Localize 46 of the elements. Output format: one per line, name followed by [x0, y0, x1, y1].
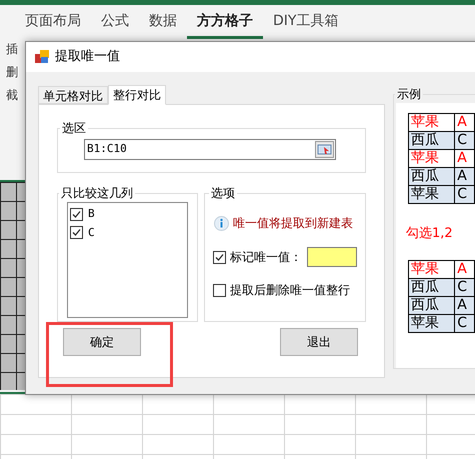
- table-cell: A: [455, 168, 475, 186]
- option-label: 标记唯一值：: [230, 249, 302, 266]
- table-cell: 西瓜: [409, 278, 456, 296]
- app-icon: [35, 50, 49, 64]
- group-label: 只比较这几列: [60, 185, 134, 202]
- range-field[interactable]: B1:C10: [84, 139, 336, 160]
- ribbon-tab[interactable]: DIY工具箱: [263, 5, 348, 39]
- dialog-tab[interactable]: 单元格对比: [38, 86, 108, 104]
- group-label: 选项: [210, 185, 236, 202]
- table-cell: 苹果: [409, 150, 456, 168]
- table-cell: A: [455, 260, 475, 278]
- checkbox[interactable]: [70, 226, 83, 240]
- exit-button[interactable]: 退出: [280, 328, 358, 356]
- example-note: 勾选1,2: [406, 225, 454, 243]
- table-cell: 苹果: [409, 260, 456, 278]
- table-cell: A: [455, 150, 475, 168]
- table-cell: A: [455, 114, 475, 132]
- checkbox[interactable]: [213, 284, 226, 296]
- table-cell: C: [455, 132, 475, 150]
- checkbox[interactable]: [213, 250, 226, 264]
- table-cell: 苹果: [409, 114, 456, 132]
- option-label: 提取后删除唯一值整行: [230, 282, 350, 299]
- info-text: 唯一值将提取到新建表: [233, 215, 354, 232]
- checkbox[interactable]: [70, 208, 83, 221]
- window-title: 提取唯一值: [55, 48, 120, 66]
- table-cell: C: [455, 186, 475, 204]
- table-cell: 西瓜: [409, 168, 456, 186]
- dialog-tab[interactable]: 整行对比: [108, 85, 166, 105]
- group-label: 选区: [61, 120, 87, 137]
- table-cell: 西瓜: [409, 296, 456, 314]
- table-cell: A: [455, 296, 475, 314]
- range-picker-icon[interactable]: [315, 141, 334, 158]
- color-swatch[interactable]: [307, 247, 357, 267]
- table-cell: 西瓜: [409, 132, 456, 150]
- table-cell: C: [455, 314, 475, 332]
- ok-button[interactable]: 确定: [63, 328, 141, 356]
- ribbon-tab[interactable]: 页面布局: [15, 5, 91, 39]
- column-label: C: [88, 224, 95, 240]
- group-label: 示例: [396, 86, 422, 103]
- column-label: B: [88, 206, 95, 222]
- info-icon: [214, 216, 230, 230]
- ribbon-tab[interactable]: 公式: [91, 5, 139, 39]
- table-cell: 苹果: [409, 186, 456, 204]
- table-cell: C: [455, 278, 475, 296]
- table-cell: 苹果: [409, 314, 456, 332]
- ribbon-tab[interactable]: 数据: [139, 5, 187, 39]
